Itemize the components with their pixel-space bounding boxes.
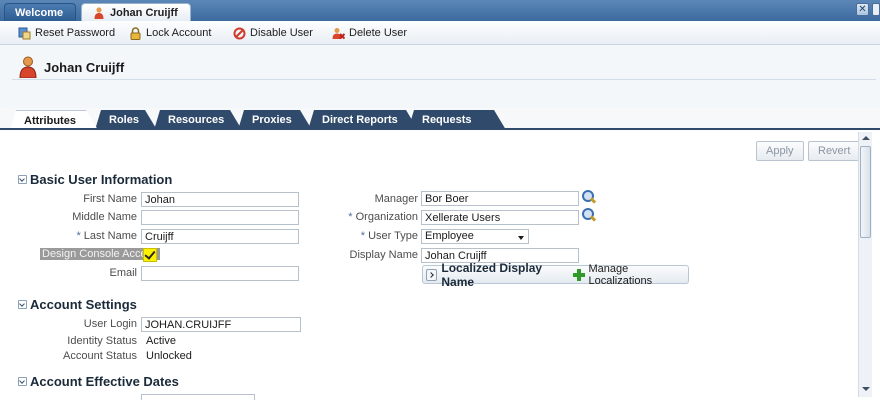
design-console-access-checkbox[interactable] — [143, 248, 157, 262]
window-menu-icon[interactable] — [872, 3, 880, 16]
tab-direct-reports[interactable]: Direct Reports — [308, 110, 418, 130]
delete-user-button[interactable]: Delete User — [332, 26, 407, 40]
organization-field[interactable] — [421, 210, 579, 225]
tab-label: Attributes — [24, 115, 76, 127]
organization-label-text: Organization — [355, 211, 418, 223]
account-status-value: Unlocked — [146, 350, 192, 362]
display-name-label: Display Name — [349, 249, 418, 261]
identity-status-label: Identity Status — [67, 335, 137, 347]
user-login-label: User Login — [83, 318, 137, 330]
collapse-icon — [18, 300, 27, 309]
localized-display-name-panel: Localized Display Name Manage Localizati… — [422, 261, 689, 289]
window-tab-user[interactable]: Johan Cruijff — [81, 3, 191, 21]
tab-label: Direct Reports — [322, 114, 398, 126]
lock-account-button[interactable]: Lock Account — [129, 26, 211, 40]
required-mark: * — [360, 230, 365, 242]
section-account-settings[interactable]: Account Settings — [18, 297, 137, 312]
user-login-field[interactable] — [141, 317, 301, 332]
apply-label: Apply — [766, 145, 794, 157]
tab-bar: Requests Direct Reports Proxies Resource… — [0, 108, 880, 130]
header-divider — [12, 79, 876, 80]
section-account-effective-dates[interactable]: Account Effective Dates — [18, 374, 179, 389]
last-name-field[interactable] — [141, 229, 299, 244]
manage-localizations-link[interactable]: Manage Localizations — [588, 263, 688, 287]
tab-label: Resources — [168, 114, 225, 126]
revert-label: Revert — [818, 145, 851, 157]
user-type-label-text: User Type — [368, 230, 418, 242]
collapse-icon — [18, 377, 27, 386]
start-date-field[interactable] — [141, 394, 255, 400]
first-name-field[interactable] — [141, 192, 299, 207]
tab-label: Proxies — [252, 114, 292, 126]
required-mark: * — [76, 230, 81, 242]
section-title: Account Settings — [30, 297, 137, 312]
user-type-value: Employee — [425, 230, 474, 242]
middle-name-field[interactable] — [141, 210, 299, 225]
tab-label: Roles — [109, 114, 139, 126]
collapse-icon — [18, 175, 27, 184]
middle-name-label: Middle Name — [72, 211, 137, 223]
last-name-label-text: Last Name — [83, 230, 137, 242]
user-toolbar: Reset Password Lock Account Disable User… — [0, 21, 880, 45]
search-icon[interactable] — [582, 208, 596, 222]
section-title: Account Effective Dates — [30, 374, 179, 389]
expand-icon[interactable] — [426, 268, 438, 281]
delete-user-label: Delete User — [349, 27, 408, 39]
localized-display-name-title: Localized Display Name — [441, 260, 543, 289]
revert-button[interactable]: Revert — [808, 141, 861, 161]
user-icon — [94, 7, 104, 19]
account-status-label: Account Status — [63, 350, 137, 362]
organization-label: * Organization — [318, 211, 418, 223]
design-console-access-label: Design Console Access — [40, 248, 160, 260]
vertical-scrollbar[interactable] — [858, 132, 872, 397]
email-label: Email — [109, 267, 137, 279]
last-name-label: * Last Name — [40, 230, 137, 242]
add-icon[interactable] — [573, 268, 586, 281]
user-icon — [19, 56, 37, 78]
reset-password-label: Reset Password — [35, 27, 116, 39]
page-header: Johan Cruijff — [0, 46, 880, 108]
reset-password-button[interactable]: Reset Password — [18, 26, 115, 40]
required-mark: * — [348, 211, 353, 223]
disable-user-button[interactable]: Disable User — [233, 26, 313, 40]
manager-label: Manager — [374, 193, 418, 205]
close-window-icon[interactable]: ✕ — [856, 3, 869, 16]
user-type-label: * User Type — [318, 230, 418, 242]
window-tab-label: Welcome — [15, 7, 64, 19]
tab-requests[interactable]: Requests — [408, 110, 506, 130]
tab-label: Requests — [422, 114, 472, 126]
apply-button[interactable]: Apply — [756, 141, 804, 161]
search-icon[interactable] — [582, 190, 596, 204]
scroll-thumb[interactable] — [860, 146, 871, 238]
tab-attributes[interactable]: Attributes — [10, 110, 98, 130]
manager-field[interactable] — [421, 191, 579, 206]
email-field[interactable] — [141, 266, 299, 281]
scroll-up-icon[interactable] — [862, 136, 870, 140]
disable-icon — [233, 27, 246, 39]
first-name-label: First Name — [83, 193, 137, 205]
identity-status-value: Active — [146, 335, 176, 347]
chevron-down-icon — [518, 236, 524, 240]
user-type-select[interactable]: Employee — [421, 229, 529, 244]
tab-resources[interactable]: Resources — [154, 110, 242, 130]
window-tab-label: Johan Cruijff — [110, 7, 178, 19]
delete-user-icon — [332, 27, 345, 39]
section-basic-user-information[interactable]: Basic User Information — [18, 172, 172, 187]
lock-icon — [130, 26, 141, 40]
tab-proxies[interactable]: Proxies — [238, 110, 312, 130]
window-tab-bar: Welcome Johan Cruijff ✕ — [0, 0, 880, 21]
section-title: Basic User Information — [30, 172, 173, 187]
tab-roles[interactable]: Roles — [95, 110, 157, 130]
window-tab-welcome[interactable]: Welcome — [4, 3, 76, 21]
scroll-down-icon[interactable] — [862, 387, 870, 391]
page-title: Johan Cruijff — [44, 60, 125, 75]
reset-password-icon — [18, 27, 31, 39]
lock-account-label: Lock Account — [146, 27, 212, 39]
disable-user-label: Disable User — [250, 27, 313, 39]
